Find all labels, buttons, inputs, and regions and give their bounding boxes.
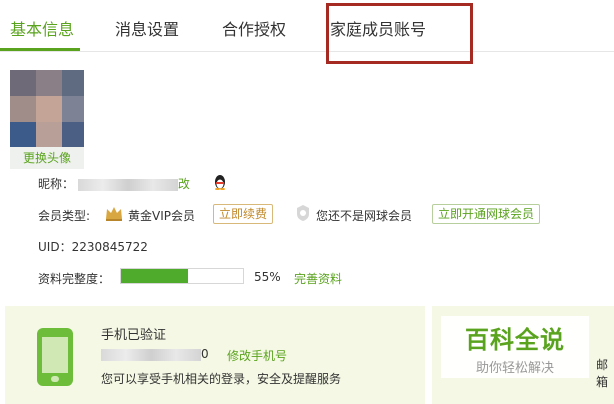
watermark-title: 百科全说: [465, 326, 565, 354]
edit-nickname-link[interactable]: 改: [178, 177, 190, 191]
member-level: 黄金VIP会员: [128, 209, 195, 223]
completeness-progress-bar: [120, 268, 244, 284]
complete-profile-link[interactable]: 完善资料: [294, 270, 342, 287]
crown-icon: [106, 207, 122, 221]
net-member-status: 您还不是网球会员: [316, 209, 413, 223]
avatar[interactable]: [10, 70, 84, 147]
phone-number-redacted: [101, 348, 201, 361]
nickname-value-redacted: [77, 178, 178, 191]
renew-button[interactable]: 立即续费: [213, 204, 274, 224]
modify-phone-link[interactable]: 修改手机号: [227, 347, 287, 364]
completeness-label: 资料完整度：: [38, 272, 111, 286]
net-badge-icon: [297, 205, 309, 221]
nickname-row: 昵称： 改: [38, 175, 190, 192]
tab-bar: 基本信息 消息设置 合作授权 家庭成员账号: [0, 0, 614, 52]
qq-penguin-icon[interactable]: [213, 174, 227, 190]
active-tab-indicator: [0, 48, 80, 51]
highlight-annotation-box: [326, 3, 473, 64]
phone-verification-panel: 手机已验证 0 修改手机号 您可以享受手机相关的登录，安全及提醒服务: [5, 306, 425, 404]
completeness-percent: 55%: [254, 270, 281, 284]
tab-message-settings[interactable]: 消息设置: [115, 16, 179, 40]
uid-text: UID：2230845722: [38, 240, 148, 254]
watermark-subtitle: 助你轻松解决: [475, 361, 554, 376]
phone-service-description: 您可以享受手机相关的登录，安全及提醒服务: [101, 372, 342, 386]
phone-verified-title: 手机已验证: [101, 328, 167, 343]
tab-cooperation-auth[interactable]: 合作授权: [222, 16, 286, 40]
phone-number-tail: 0: [201, 347, 209, 361]
member-type-label: 会员类型:: [38, 209, 91, 223]
open-net-member-button[interactable]: 立即开通网球会员: [432, 204, 541, 224]
completeness-progress-fill: [121, 269, 189, 283]
nickname-label: 昵称：: [38, 177, 75, 191]
watermark: 百科全说 助你轻松解决: [441, 316, 589, 378]
phone-number-row: 0: [101, 347, 209, 361]
email-label-truncated: 邮箱: [596, 358, 609, 389]
phone-icon: [37, 328, 73, 386]
change-avatar-link[interactable]: 更换头像: [10, 147, 84, 169]
tab-basic-info[interactable]: 基本信息: [10, 16, 74, 40]
